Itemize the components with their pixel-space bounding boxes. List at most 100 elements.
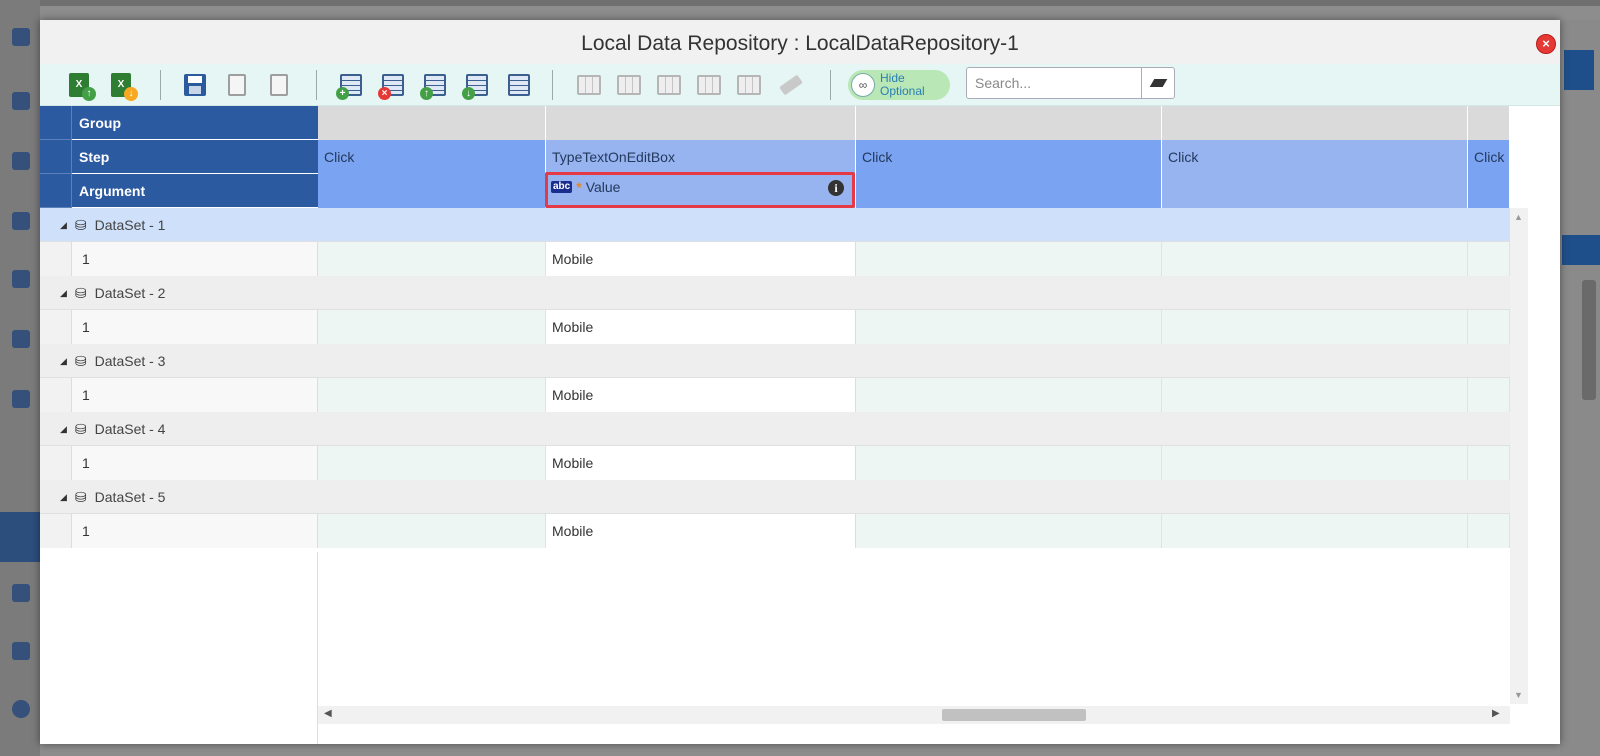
data-cell-value[interactable]: Mobile <box>546 310 856 344</box>
collapse-triangle-icon[interactable]: ◢ <box>60 344 67 378</box>
indent-up-button[interactable] <box>694 70 724 100</box>
group-cell <box>318 106 546 140</box>
clear-button[interactable] <box>776 70 806 100</box>
close-button[interactable]: × <box>1536 34 1556 54</box>
scroll-left-icon[interactable]: ◀ <box>324 708 332 719</box>
step-cell[interactable]: TypeTextOnEditBox <box>546 140 856 174</box>
import-rows-button[interactable] <box>504 70 534 100</box>
background-header-strip <box>1562 235 1600 265</box>
excel-export-icon: X ↓ <box>111 73 138 101</box>
data-cell-value[interactable]: Mobile <box>546 242 856 276</box>
table-row: 1 Mobile <box>40 378 1510 412</box>
data-cell-value[interactable]: Mobile <box>546 446 856 480</box>
argument-cell[interactable] <box>1162 174 1468 208</box>
insert-column-icon <box>577 75 601 95</box>
horizontal-scrollbar[interactable]: ◀ ▶ <box>318 706 1510 724</box>
dataset-label[interactable]: ◢ ⛁ DataSet - 4 <box>60 412 165 446</box>
paste-button[interactable] <box>264 70 294 100</box>
data-cell[interactable] <box>856 242 1162 276</box>
argument-cell[interactable] <box>856 174 1162 208</box>
move-column-left-button[interactable] <box>614 70 644 100</box>
save-button[interactable] <box>180 70 210 100</box>
search-input[interactable] <box>966 67 1142 99</box>
collapse-triangle-icon[interactable]: ◢ <box>60 412 67 446</box>
scroll-down-icon[interactable]: ▼ <box>1514 690 1523 700</box>
paste-icon <box>270 74 288 96</box>
dataset-icon: ⛁ <box>74 489 87 505</box>
data-cell[interactable] <box>1162 514 1468 548</box>
data-grid: Group Step Click TypeTextOnEditBox Click… <box>40 106 1560 744</box>
step-cell[interactable]: Click <box>1162 140 1468 174</box>
step-header-label: Step <box>72 140 318 174</box>
collapse-triangle-icon[interactable]: ◢ <box>60 480 67 514</box>
dataset-row[interactable]: ◢ ⛁ DataSet - 1 <box>40 208 1510 242</box>
vertical-scrollbar[interactable]: ▲ ▼ <box>1510 208 1528 704</box>
copy-button[interactable] <box>222 70 252 100</box>
data-cell[interactable] <box>1468 514 1510 548</box>
dataset-name: DataSet - 2 <box>94 285 166 301</box>
data-cell[interactable] <box>318 378 546 412</box>
dataset-name: DataSet - 4 <box>94 421 166 437</box>
argument-cell[interactable] <box>318 174 546 208</box>
data-cell[interactable] <box>856 514 1162 548</box>
data-cell[interactable] <box>856 378 1162 412</box>
dataset-name: DataSet - 5 <box>94 489 166 505</box>
table-row: 1 Mobile <box>40 242 1510 276</box>
data-cell[interactable] <box>1162 242 1468 276</box>
scroll-right-icon[interactable]: ▶ <box>1492 708 1500 719</box>
data-cell[interactable] <box>318 446 546 480</box>
data-cell[interactable] <box>1468 310 1510 344</box>
data-cell[interactable] <box>318 514 546 548</box>
collapse-triangle-icon[interactable]: ◢ <box>60 276 67 310</box>
eraser-icon <box>1149 79 1167 87</box>
link-icon: ∞ <box>851 73 875 97</box>
excel-import-icon: X ↑ <box>69 73 96 101</box>
data-cell[interactable] <box>856 446 1162 480</box>
delete-dataset-button[interactable]: × <box>378 70 408 100</box>
argument-cell[interactable] <box>1468 174 1510 208</box>
header-gutter <box>40 106 72 140</box>
move-up-button[interactable]: ↑ <box>420 70 450 100</box>
clear-search-button[interactable] <box>1141 67 1175 99</box>
horizontal-scroll-thumb[interactable] <box>942 709 1086 721</box>
data-cell-value[interactable]: Mobile <box>546 514 856 548</box>
insert-column-button[interactable] <box>574 70 604 100</box>
dataset-label[interactable]: ◢ ⛁ DataSet - 3 <box>60 344 165 378</box>
collapse-triangle-icon[interactable]: ◢ <box>60 208 67 242</box>
data-cell[interactable] <box>1468 378 1510 412</box>
background-right-panel <box>1560 20 1600 756</box>
move-down-button[interactable]: ↓ <box>462 70 492 100</box>
data-cell-value[interactable]: Mobile <box>546 378 856 412</box>
move-column-right-button[interactable] <box>654 70 684 100</box>
dataset-label[interactable]: ◢ ⛁ DataSet - 1 <box>60 208 165 242</box>
data-cell[interactable] <box>856 310 1162 344</box>
dataset-row[interactable]: ◢ ⛁ DataSet - 5 <box>40 480 1510 514</box>
row-gutter <box>40 242 72 276</box>
data-cell[interactable] <box>1468 446 1510 480</box>
dataset-label[interactable]: ◢ ⛁ DataSet - 5 <box>60 480 165 514</box>
row-gutter <box>40 514 72 548</box>
scroll-up-icon[interactable]: ▲ <box>1514 212 1523 222</box>
data-cell[interactable] <box>1162 378 1468 412</box>
hide-optional-toggle[interactable]: ∞ Hide Optional <box>848 70 950 100</box>
add-dataset-button[interactable]: + <box>336 70 366 100</box>
dataset-name: DataSet - 1 <box>94 217 166 233</box>
table-row: 1 Mobile <box>40 310 1510 344</box>
dataset-row[interactable]: ◢ ⛁ DataSet - 2 <box>40 276 1510 310</box>
step-cell[interactable]: Click <box>856 140 1162 174</box>
data-cell[interactable] <box>1162 310 1468 344</box>
data-cell[interactable] <box>1162 446 1468 480</box>
excel-export-button[interactable]: X ↓ <box>106 70 138 101</box>
dataset-row[interactable]: ◢ ⛁ DataSet - 4 <box>40 412 1510 446</box>
step-cell[interactable]: Click <box>318 140 546 174</box>
indent-down-button[interactable] <box>734 70 764 100</box>
data-cell[interactable] <box>1468 242 1510 276</box>
row-gutter <box>40 446 72 480</box>
move-up-icon: ↑ <box>420 74 446 100</box>
dataset-label[interactable]: ◢ ⛁ DataSet - 2 <box>60 276 165 310</box>
dataset-row[interactable]: ◢ ⛁ DataSet - 3 <box>40 344 1510 378</box>
excel-import-button[interactable]: X ↑ <box>64 70 96 101</box>
step-cell[interactable]: Click <box>1468 140 1510 174</box>
data-cell[interactable] <box>318 310 546 344</box>
data-cell[interactable] <box>318 242 546 276</box>
